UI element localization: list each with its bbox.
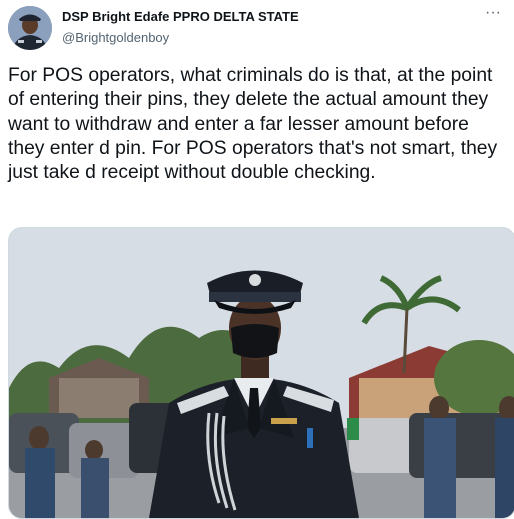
tweet-text: For POS operators, what criminals do is … — [8, 65, 498, 184]
avatar[interactable] — [8, 6, 52, 50]
author-handle[interactable]: @Brightgoldenboy — [62, 30, 169, 45]
author-name[interactable]: DSP Bright Edafe PPRO DELTA STATE — [62, 9, 299, 24]
police-officer-photo — [9, 228, 514, 518]
tweet-media-photo[interactable] — [8, 227, 514, 519]
avatar-image — [8, 6, 52, 50]
more-horizontal-icon[interactable]: ··· — [482, 5, 504, 24]
